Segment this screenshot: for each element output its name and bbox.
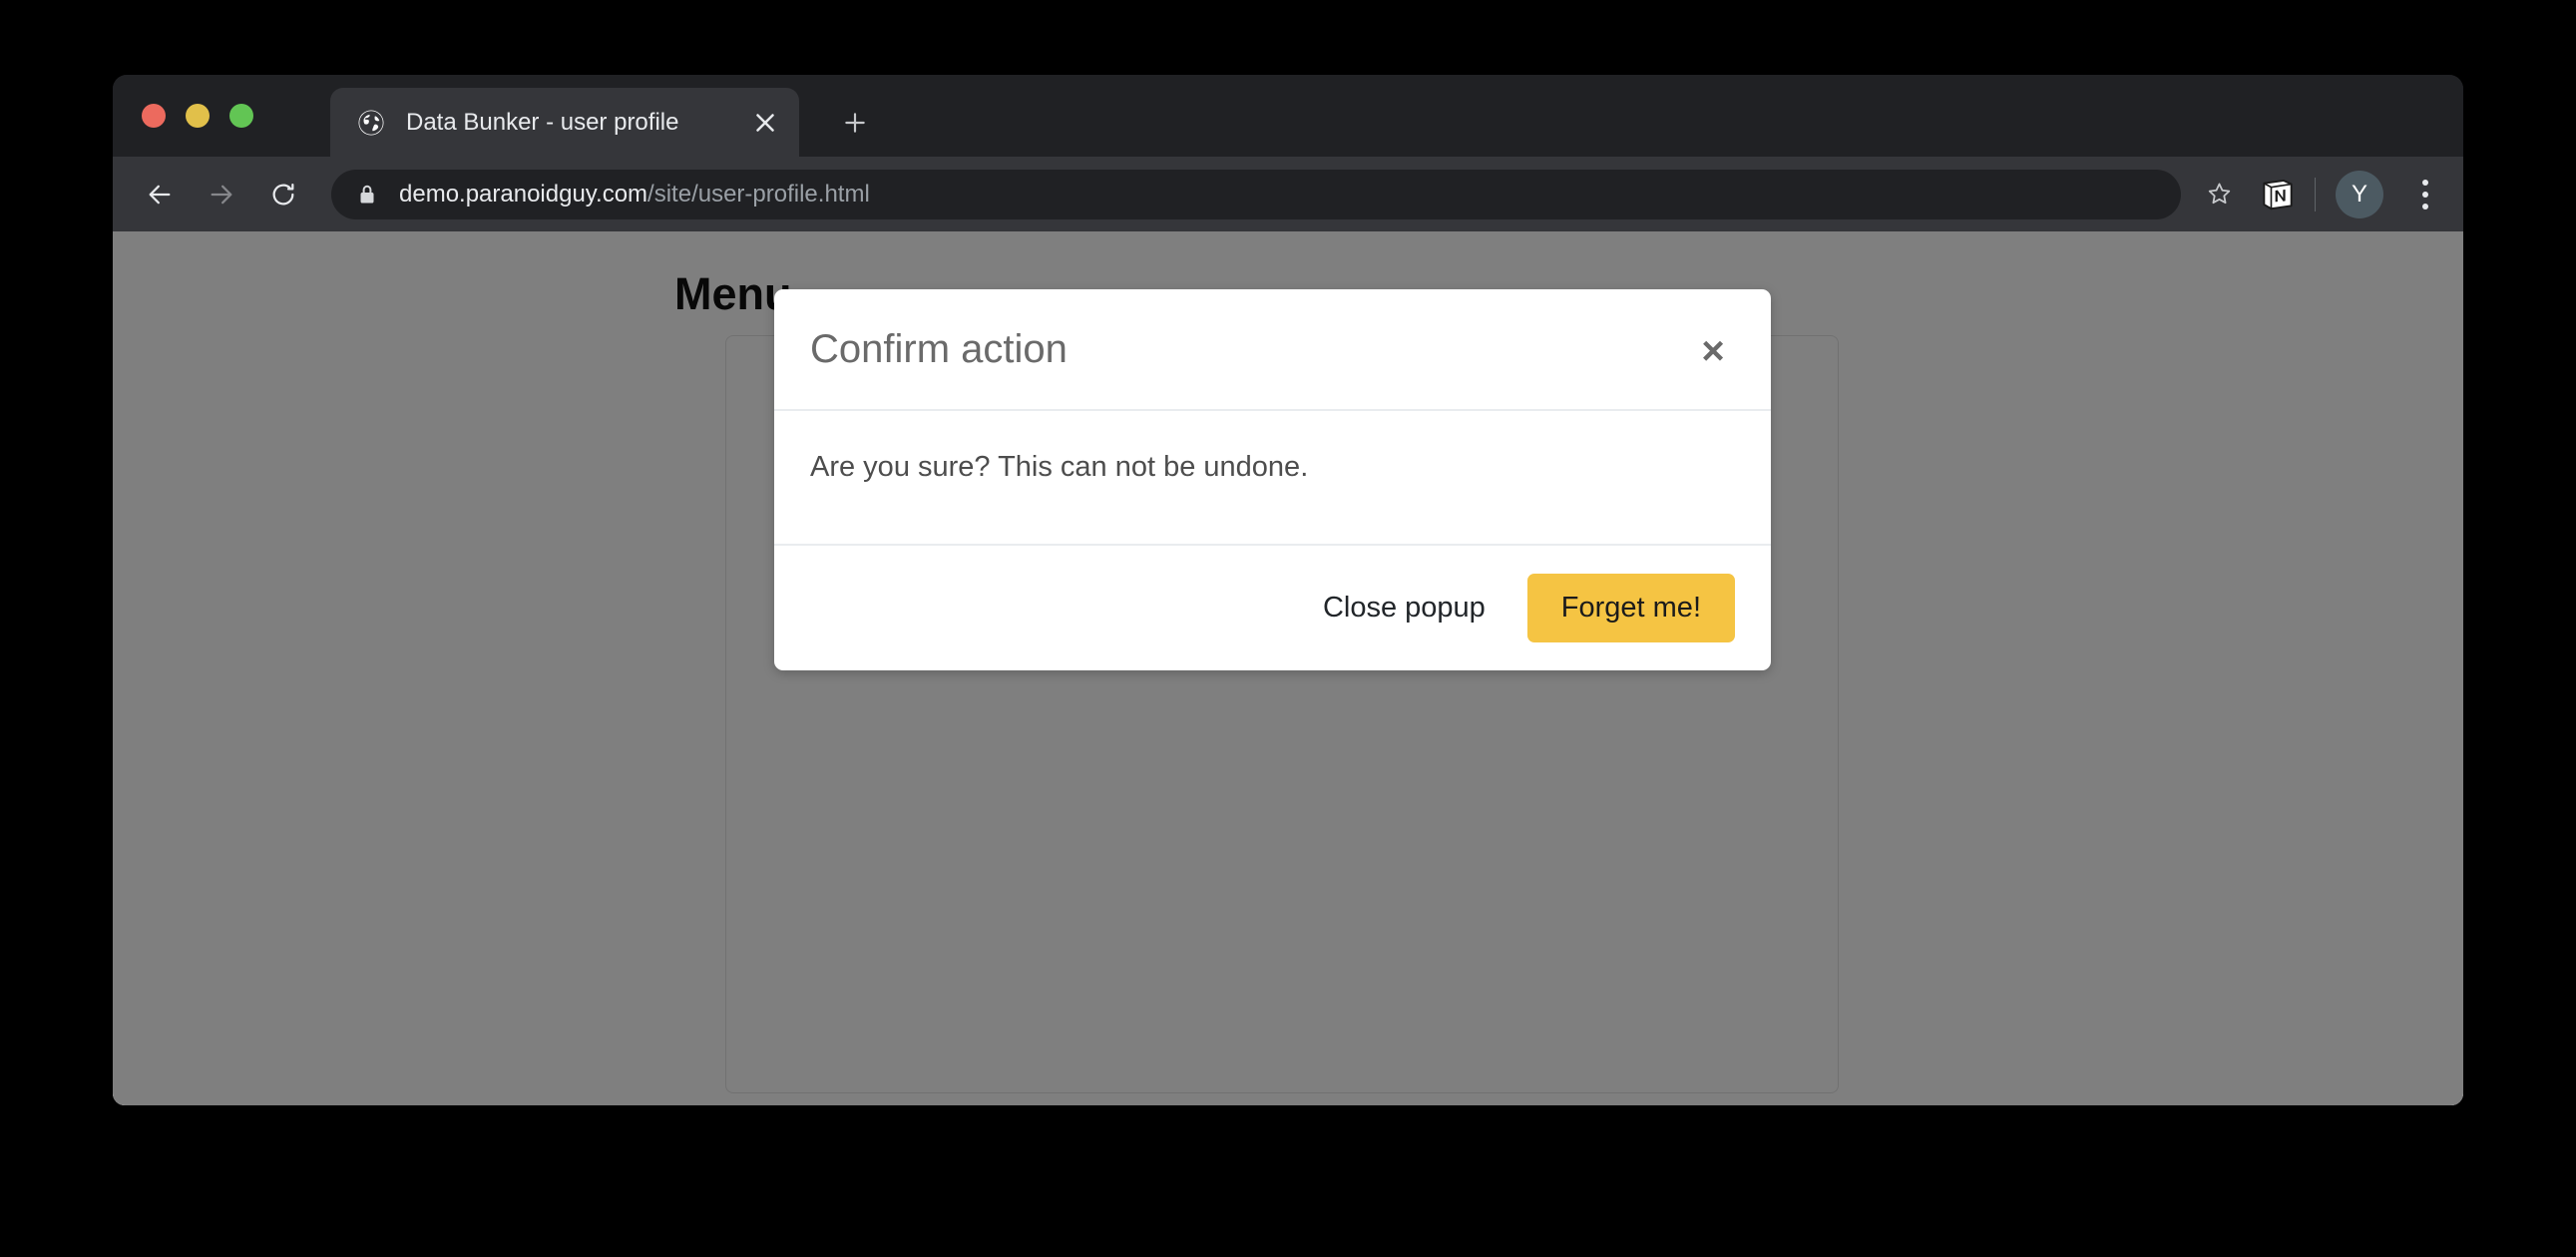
url-text: demo.paranoidguy.com/site/user-profile.h… bbox=[399, 181, 870, 209]
web-page: Menu Profile Data My Consents History Lo… bbox=[113, 231, 2463, 1105]
page-viewport: Menu Profile Data My Consents History Lo… bbox=[113, 231, 2463, 1105]
close-icon[interactable]: × bbox=[1689, 327, 1737, 375]
modal-title: Confirm action bbox=[810, 327, 1068, 372]
traffic-lights bbox=[142, 104, 253, 128]
confirm-action-modal: Confirm action × Are you sure? This can … bbox=[774, 289, 1771, 670]
browser-menu-icon[interactable] bbox=[2403, 171, 2447, 218]
back-button[interactable] bbox=[136, 171, 184, 218]
new-tab-button[interactable] bbox=[833, 101, 877, 145]
browser-toolbar: demo.paranoidguy.com/site/user-profile.h… bbox=[113, 157, 2463, 231]
browser-window: Data Bunker - user profile bbox=[113, 75, 2463, 1105]
maximize-window-button[interactable] bbox=[229, 104, 253, 128]
forget-me-button[interactable]: Forget me! bbox=[1527, 574, 1735, 642]
lock-icon bbox=[357, 183, 377, 207]
avatar[interactable]: Y bbox=[2336, 171, 2383, 218]
close-window-button[interactable] bbox=[142, 104, 166, 128]
modal-message: Are you sure? This can not be undone. bbox=[810, 451, 1735, 484]
browser-tab[interactable]: Data Bunker - user profile bbox=[330, 88, 799, 157]
forward-button[interactable] bbox=[198, 171, 245, 218]
minimize-window-button[interactable] bbox=[186, 104, 210, 128]
menu-dot bbox=[2422, 204, 2428, 210]
tab-strip: Data Bunker - user profile bbox=[113, 75, 2463, 157]
url-path: /site/user-profile.html bbox=[647, 181, 870, 208]
toolbar-divider bbox=[2315, 178, 2316, 211]
notion-extension-icon[interactable] bbox=[2255, 172, 2301, 217]
modal-header: Confirm action × bbox=[774, 289, 1771, 411]
modal-body: Are you sure? This can not be undone. bbox=[774, 411, 1771, 544]
modal-footer: Close popup Forget me! bbox=[774, 544, 1771, 670]
tab-title: Data Bunker - user profile bbox=[406, 109, 743, 137]
bookmark-star-icon[interactable] bbox=[2195, 171, 2243, 218]
reload-button[interactable] bbox=[259, 171, 307, 218]
close-tab-button[interactable] bbox=[743, 101, 787, 145]
globe-icon bbox=[356, 108, 386, 138]
url-domain: demo.paranoidguy.com bbox=[399, 181, 647, 208]
close-popup-button[interactable]: Close popup bbox=[1301, 574, 1507, 642]
address-bar[interactable]: demo.paranoidguy.com/site/user-profile.h… bbox=[331, 170, 2181, 219]
menu-dot bbox=[2422, 180, 2428, 186]
menu-dot bbox=[2422, 192, 2428, 198]
